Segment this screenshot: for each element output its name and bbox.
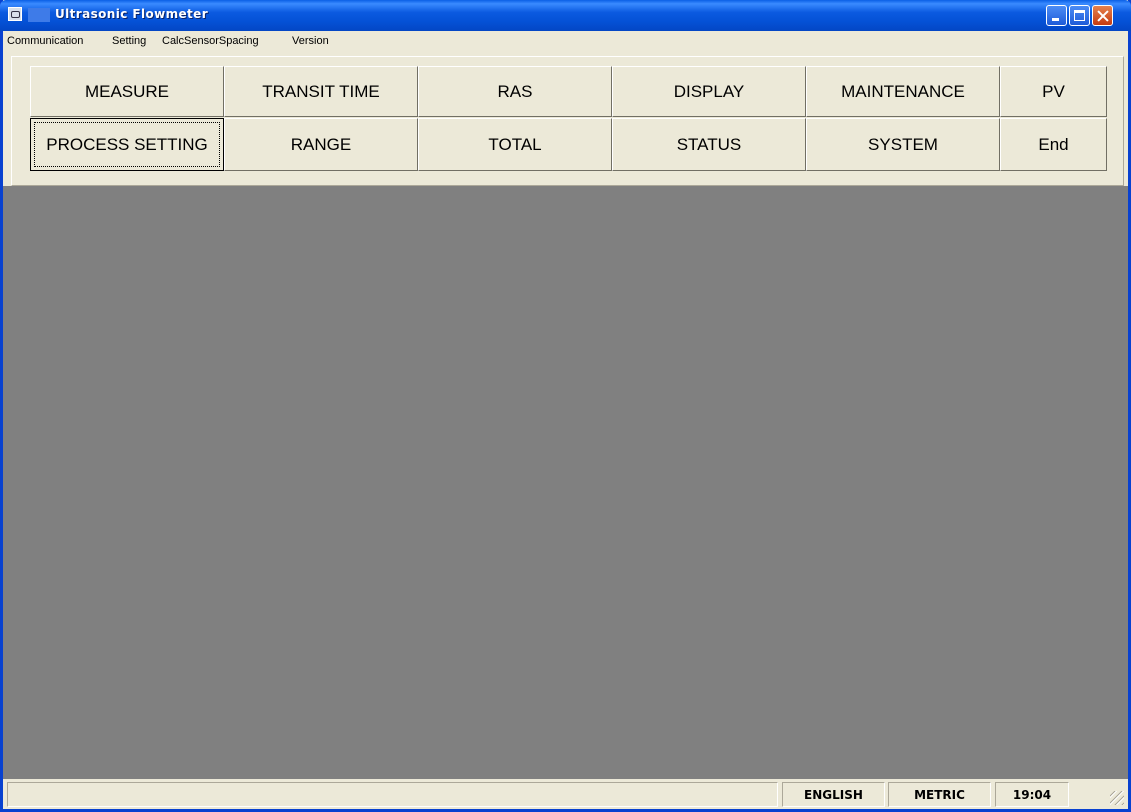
function-button-panel: MEASURE TRANSIT TIME RAS DISPLAY MAINTEN… [11,56,1124,186]
range-button[interactable]: RANGE [224,118,418,171]
client-area [3,186,1128,779]
minimize-button[interactable] [1046,5,1067,26]
menu-bar: Communication Setting CalcSensorSpacing … [3,31,1128,53]
ras-button[interactable]: RAS [418,66,612,117]
total-button[interactable]: TOTAL [418,118,612,171]
resize-grip-icon[interactable] [1110,791,1124,805]
menu-calc-sensor-spacing[interactable]: CalcSensorSpacing [162,35,259,47]
system-button[interactable]: SYSTEM [806,118,1000,171]
pv-button[interactable]: PV [1000,66,1107,117]
status-time: 19:04 [995,782,1069,807]
app-icon[interactable] [8,7,22,21]
display-button[interactable]: DISPLAY [612,66,806,117]
measure-button[interactable]: MEASURE [30,66,224,117]
title-highlight [28,8,50,22]
maximize-button[interactable] [1069,5,1090,26]
maintenance-button[interactable]: MAINTENANCE [806,66,1000,117]
transit-time-button[interactable]: TRANSIT TIME [224,66,418,117]
menu-version[interactable]: Version [292,35,329,47]
status-bar: ENGLISH METRIC 19:04 [3,779,1128,809]
status-units: METRIC [888,782,991,807]
menu-communication[interactable]: Communication [7,35,83,47]
close-button[interactable] [1092,5,1113,26]
end-button[interactable]: End [1000,118,1107,171]
status-language: ENGLISH [782,782,885,807]
title-bar[interactable]: Ultrasonic Flowmeter [0,0,1131,31]
status-pane-message [7,782,778,807]
window-title: Ultrasonic Flowmeter [55,7,209,21]
process-setting-button[interactable]: PROCESS SETTING [30,118,224,171]
status-button[interactable]: STATUS [612,118,806,171]
app-window: Ultrasonic Flowmeter Communication Setti… [0,0,1131,812]
menu-setting[interactable]: Setting [112,35,146,47]
